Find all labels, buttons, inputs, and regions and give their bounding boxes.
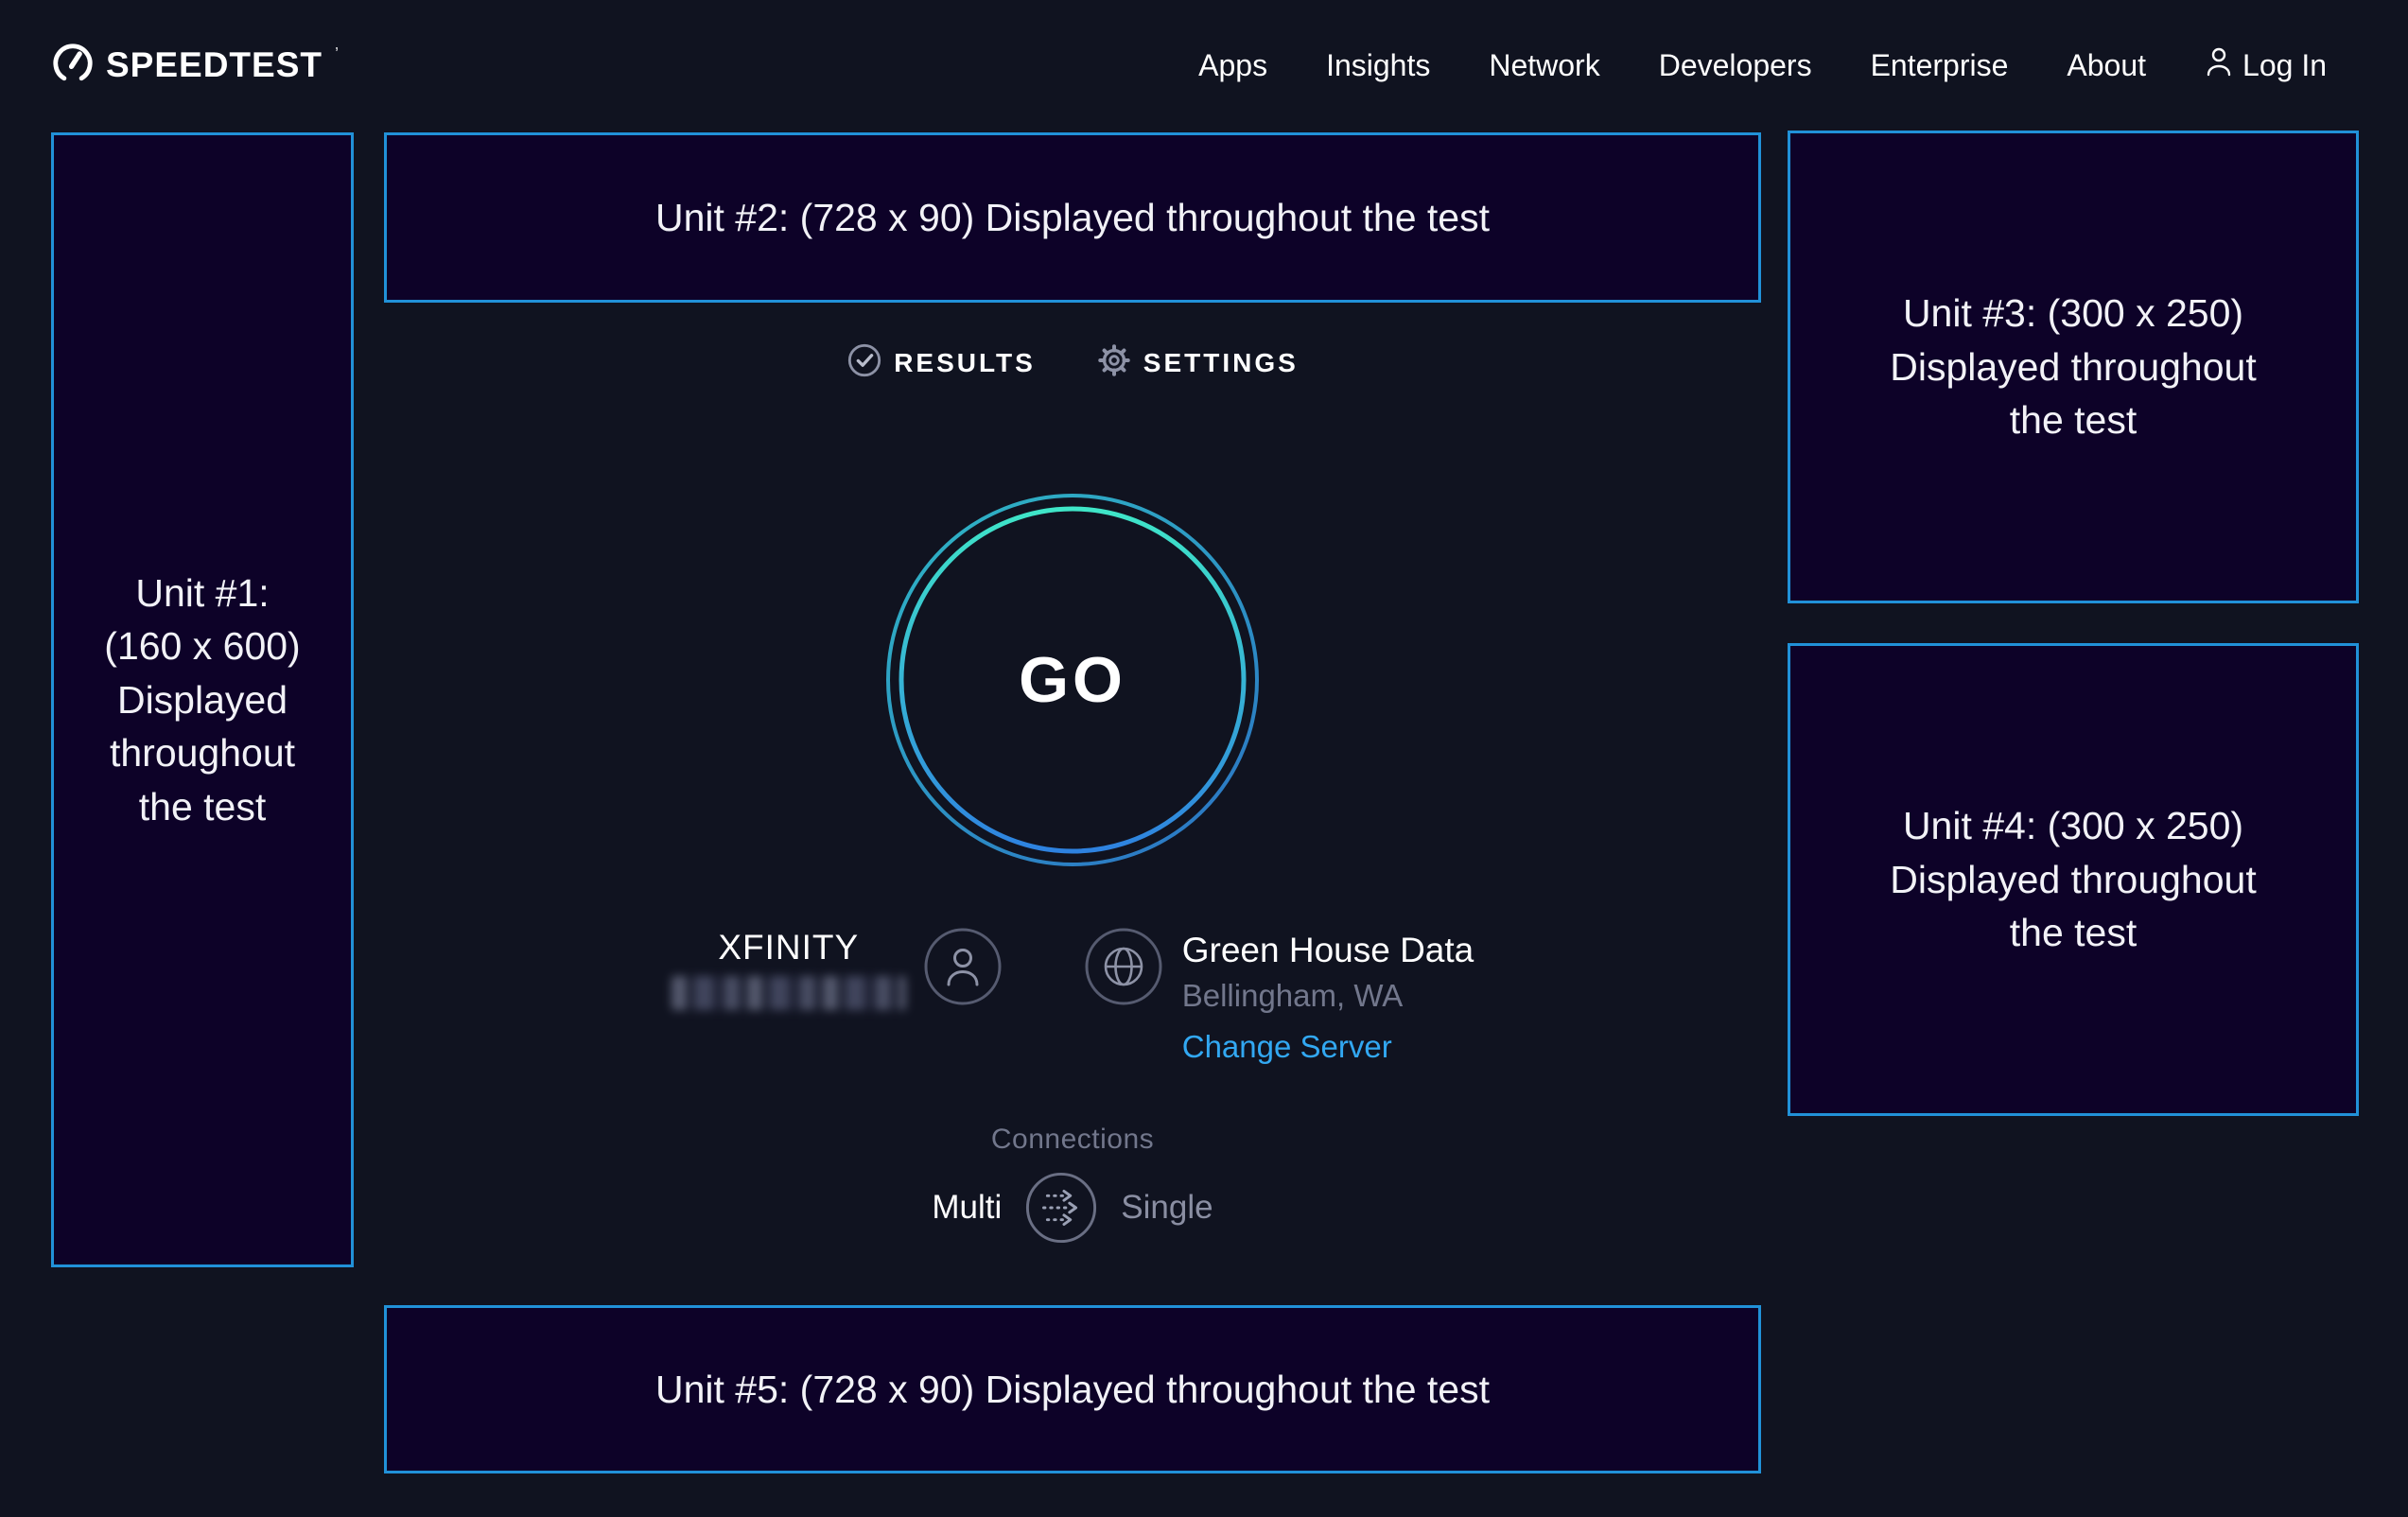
ad-unit-1-text: Unit #1: (160 x 600) Displayed throughou…	[104, 567, 300, 834]
nav-item-insights[interactable]: Insights	[1326, 48, 1430, 83]
change-server-link[interactable]: Change Server	[1182, 1020, 1392, 1073]
ad-unit-3-rectangle[interactable]: Unit #3: (300 x 250) Displayed throughou…	[1788, 131, 2359, 603]
tab-settings-label: SETTINGS	[1143, 348, 1299, 378]
nav-item-network[interactable]: Network	[1489, 48, 1599, 83]
server-name: Green House Data	[1182, 930, 1474, 971]
nav-item-enterprise[interactable]: Enterprise	[1871, 48, 2009, 83]
isp-ip-redacted	[672, 976, 906, 1010]
go-label: GO	[883, 491, 1262, 869]
user-circle-icon	[923, 927, 1003, 1011]
ad-unit-5-leaderboard[interactable]: Unit #5: (728 x 90) Displayed throughout…	[384, 1305, 1761, 1473]
speedometer-gauge-icon	[51, 42, 95, 90]
isp-block: XFINITY	[672, 927, 906, 1010]
gear-icon	[1096, 342, 1132, 383]
brand-trademark: ’	[335, 44, 339, 64]
results-settings-tabs: RESULTS	[384, 342, 1761, 383]
isp-name[interactable]: XFINITY	[718, 927, 859, 968]
ad-unit-5-text: Unit #5: (728 x 90) Displayed throughout…	[655, 1363, 1490, 1417]
brand-title: SPEEDTEST	[106, 45, 323, 85]
connections-section: Connections Multi Single	[384, 1124, 1761, 1245]
globe-circle-icon	[1084, 927, 1163, 1011]
connections-multi-option[interactable]: Multi	[932, 1189, 1002, 1227]
ad-unit-4-rectangle[interactable]: Unit #4: (300 x 250) Displayed throughou…	[1788, 643, 2359, 1116]
ad-unit-1-skyscraper[interactable]: Unit #1: (160 x 600) Displayed throughou…	[51, 132, 354, 1267]
ad-unit-4-text: Unit #4: (300 x 250) Displayed throughou…	[1890, 799, 2256, 960]
nav-item-developers[interactable]: Developers	[1659, 48, 1812, 83]
connections-label: Connections	[384, 1124, 1761, 1156]
speedtest-page: SPEEDTEST ’ Apps Insights Network Develo…	[0, 0, 2408, 1517]
login-button[interactable]: Log In	[2205, 45, 2327, 85]
connections-toggle-row: Multi Single	[384, 1171, 1761, 1245]
connections-single-option[interactable]: Single	[1121, 1189, 1213, 1227]
ad-unit-3-text: Unit #3: (300 x 250) Displayed throughou…	[1890, 287, 2256, 447]
multi-arrows-circle-icon[interactable]	[1024, 1171, 1098, 1245]
login-user-icon	[2205, 45, 2233, 85]
ad-unit-2-leaderboard[interactable]: Unit #2: (728 x 90) Displayed throughout…	[384, 132, 1761, 303]
tab-results[interactable]: RESULTS	[846, 342, 1036, 383]
nav-item-about[interactable]: About	[2067, 48, 2146, 83]
speedtest-logo[interactable]: SPEEDTEST ’	[51, 42, 338, 90]
nav-menu: Apps Insights Network Developers Enterpr…	[1198, 45, 2327, 85]
go-button[interactable]: GO	[883, 491, 1262, 869]
server-panel: XFINITY Green House Data Bellingham,	[384, 927, 1761, 1073]
check-circle-icon	[846, 342, 882, 383]
server-location: Bellingham, WA	[1182, 971, 1404, 1020]
tab-results-label: RESULTS	[894, 348, 1036, 378]
ad-unit-2-text: Unit #2: (728 x 90) Displayed throughout…	[655, 191, 1490, 245]
login-label: Log In	[2242, 48, 2327, 83]
server-block: Green House Data Bellingham, WA Change S…	[1182, 927, 1474, 1073]
tab-settings[interactable]: SETTINGS	[1096, 342, 1299, 383]
nav-item-apps[interactable]: Apps	[1198, 48, 1267, 83]
top-nav-bar: SPEEDTEST ’ Apps Insights Network Develo…	[0, 0, 2408, 131]
